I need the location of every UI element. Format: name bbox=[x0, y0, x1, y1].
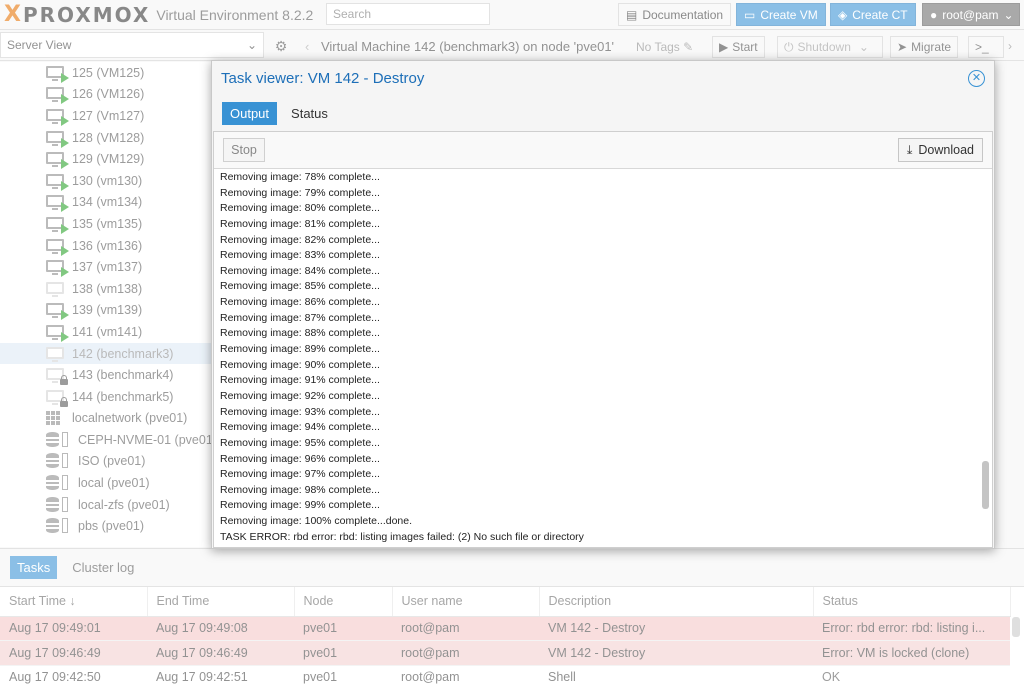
dialog-title: Task viewer: VM 142 - Destroy bbox=[221, 70, 425, 87]
log-line: Removing image: 78% complete... bbox=[220, 171, 380, 183]
log-line: Removing image: 79% complete... bbox=[220, 186, 380, 199]
log-line: Removing image: 91% complete... bbox=[220, 374, 380, 387]
log-line: Removing image: 85% complete... bbox=[220, 280, 380, 293]
download-button[interactable]: ⤓ Download bbox=[897, 138, 983, 162]
task-log[interactable]: Removing image: 78% complete... Removing … bbox=[214, 170, 982, 547]
output-toolbar: Stop ⤓ Download bbox=[214, 132, 992, 169]
tab-status[interactable]: Status bbox=[283, 102, 336, 125]
tab-output[interactable]: Output bbox=[222, 102, 278, 125]
log-line: Removing image: 97% complete... bbox=[220, 468, 380, 481]
log-line: Removing image: 100% complete...done. bbox=[220, 515, 413, 528]
dialog-tabs: Output Status bbox=[222, 102, 336, 125]
log-scrollbar[interactable] bbox=[982, 461, 989, 509]
stop-button[interactable]: Stop bbox=[223, 138, 265, 162]
log-line: Removing image: 89% complete... bbox=[220, 343, 380, 356]
log-line: TASK ERROR: rbd error: rbd: listing imag… bbox=[220, 530, 584, 543]
log-line: Removing image: 80% complete... bbox=[220, 202, 380, 215]
download-label: Download bbox=[918, 143, 974, 157]
log-line: Removing image: 81% complete... bbox=[220, 217, 380, 230]
log-line: Removing image: 83% complete... bbox=[220, 249, 380, 262]
log-line: Removing image: 86% complete... bbox=[220, 296, 380, 309]
download-icon: ⤓ bbox=[906, 142, 913, 157]
log-line: Removing image: 87% complete... bbox=[220, 311, 380, 324]
log-line: Removing image: 96% complete... bbox=[220, 452, 380, 465]
task-viewer-dialog: Task viewer: VM 142 - Destroy ✕ Output S… bbox=[211, 60, 995, 549]
log-line: Removing image: 88% complete... bbox=[220, 327, 380, 340]
log-line: Removing image: 92% complete... bbox=[220, 389, 380, 402]
log-line: Removing image: 98% complete... bbox=[220, 483, 380, 496]
log-line: Removing image: 99% complete... bbox=[220, 499, 380, 512]
log-line: Removing image: 90% complete... bbox=[220, 358, 380, 371]
log-line: Removing image: 93% complete... bbox=[220, 405, 380, 418]
output-panel: Stop ⤓ Download Removing image: 78% comp… bbox=[213, 131, 993, 548]
log-line: Removing image: 95% complete... bbox=[220, 436, 380, 449]
close-icon[interactable]: ✕ bbox=[968, 70, 985, 87]
log-line: Removing image: 94% complete... bbox=[220, 421, 380, 434]
log-line: Removing image: 84% complete... bbox=[220, 264, 380, 277]
log-line: Removing image: 82% complete... bbox=[220, 233, 380, 246]
